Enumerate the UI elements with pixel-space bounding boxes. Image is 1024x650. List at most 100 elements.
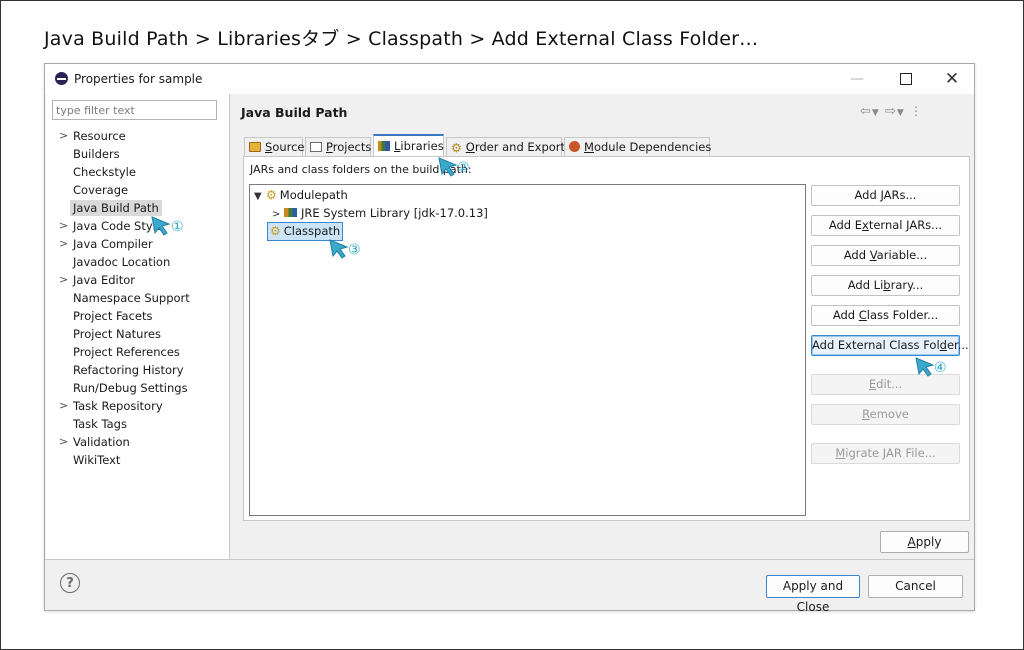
tree-node-label: JRE System Library [jdk-17.0.13] xyxy=(301,206,488,220)
source-folder-icon xyxy=(249,142,261,152)
tree-item-label: Namespace Support xyxy=(73,291,190,305)
step-marker: ② xyxy=(457,160,470,176)
tree-item-java-compiler[interactable]: > Java Compiler xyxy=(46,235,229,253)
tree-item-label: Javadoc Location xyxy=(73,255,171,269)
tab-libraries[interactable]: Libraries xyxy=(373,134,444,156)
minimize-button[interactable]: — xyxy=(842,68,872,90)
add-library-button[interactable]: Add Library... xyxy=(811,275,960,296)
tab-order-and-export[interactable]: ⚙ Order and Export xyxy=(446,137,566,156)
forward-arrow-icon[interactable]: ⇨ xyxy=(885,104,897,119)
add-jars-button[interactable]: Add JARs... xyxy=(811,185,960,206)
cancel-button[interactable]: Cancel xyxy=(868,575,963,598)
tree-item-label: Checkstyle xyxy=(73,165,136,179)
tree-item-refactoring-history[interactable]: Refactoring History xyxy=(46,361,229,379)
tree-item-java-build-path[interactable]: Java Build Path xyxy=(46,199,229,217)
maximize-button[interactable] xyxy=(891,68,921,90)
properties-dialog: Properties for sample — ✕ type filter te… xyxy=(44,63,975,614)
tree-node-jre-system-library[interactable]: > JRE System Library [jdk-17.0.13] xyxy=(272,205,488,222)
chevron-right-icon: > xyxy=(59,273,69,286)
chevron-right-icon: > xyxy=(59,219,69,232)
chevron-down-icon: ▼ xyxy=(254,191,262,202)
page-title: Java Build Path xyxy=(241,105,348,120)
help-icon[interactable]: ? xyxy=(60,573,80,593)
tree-item-javadoc-location[interactable]: Javadoc Location xyxy=(46,253,229,271)
library-icon xyxy=(378,141,390,151)
dropdown-icon[interactable]: ▼ xyxy=(872,108,880,118)
classpath-tree[interactable]: ▼ ⚙ Modulepath > JRE System Library [jdk-17… xyxy=(249,184,806,516)
tab-mnemonic: O xyxy=(465,140,475,154)
preference-tree-pane: type filter text > Resource Builders Chec… xyxy=(46,94,230,559)
window-title: Properties for sample xyxy=(74,72,203,86)
module-icon xyxy=(569,141,580,152)
tree-item-label: Java Compiler xyxy=(73,237,153,251)
pointer-arrow-icon xyxy=(915,357,935,377)
tree-item-java-code-style[interactable]: > Java Code Style xyxy=(46,217,229,235)
container-icon: ⚙ xyxy=(266,188,277,202)
tree-item-project-facets[interactable]: Project Facets xyxy=(46,307,229,325)
maximize-icon xyxy=(900,73,912,85)
tree-item-checkstyle[interactable]: Checkstyle xyxy=(46,163,229,181)
tree-item-java-editor[interactable]: > Java Editor xyxy=(46,271,229,289)
tree-item-label: Java Editor xyxy=(73,273,135,287)
step-marker: ③ xyxy=(348,242,361,258)
tree-item-label: Resource xyxy=(73,129,126,143)
libraries-tab-content: JARs and class folders on the build path… xyxy=(243,156,970,521)
title-bar: Properties for sample — ✕ xyxy=(45,64,974,94)
edit-button[interactable]: Edit... xyxy=(811,374,960,395)
tree-item-task-tags[interactable]: Task Tags xyxy=(46,415,229,433)
dropdown-icon[interactable]: ▼ xyxy=(897,108,905,118)
tree-node-label: Classpath xyxy=(283,224,341,238)
view-menu-icon[interactable]: ⋮ xyxy=(910,104,923,118)
tree-item-wikitext[interactable]: WikiText xyxy=(46,451,229,469)
tree-item-project-natures[interactable]: Project Natures xyxy=(46,325,229,343)
eclipse-icon xyxy=(55,72,68,85)
pointer-arrow-icon xyxy=(438,157,458,177)
java-build-path-page: Java Build Path ⇦▼ ⇨▼ ⋮ Source Projects … xyxy=(230,94,974,559)
footer-divider xyxy=(45,559,974,560)
add-external-jars-button[interactable]: Add External JARs... xyxy=(811,215,960,236)
tree-item-label: Project Facets xyxy=(73,309,153,323)
tab-module-dependencies[interactable]: Module Dependencies xyxy=(564,137,712,156)
preference-tree: > Resource Builders Checkstyle Coverage J… xyxy=(46,127,229,469)
tree-item-label: Builders xyxy=(73,147,120,161)
chevron-right-icon: > xyxy=(59,129,69,142)
tree-item-label: WikiText xyxy=(73,453,121,467)
tab-projects[interactable]: Projects xyxy=(305,137,371,156)
back-arrow-icon[interactable]: ⇦ xyxy=(860,104,872,119)
migrate-jar-file-button[interactable]: Migrate JAR File... xyxy=(811,443,960,464)
tab-mnemonic: M xyxy=(584,140,594,154)
add-variable-button[interactable]: Add Variable... xyxy=(811,245,960,266)
apply-button[interactable]: Apply xyxy=(880,531,969,553)
chevron-right-icon: > xyxy=(59,237,69,250)
tree-item-label: Task Tags xyxy=(73,417,127,431)
tab-mnemonic: P xyxy=(326,140,333,154)
add-class-folder-button[interactable]: Add Class Folder... xyxy=(811,305,960,326)
history-nav[interactable]: ⇦▼ ⇨▼ ⋮ xyxy=(860,104,923,119)
instruction-caption: Java Build Path > Librariesタブ > Classpat… xyxy=(44,28,759,50)
tree-item-builders[interactable]: Builders xyxy=(46,145,229,163)
tab-label: odule Dependencies xyxy=(593,140,712,154)
tree-item-coverage[interactable]: Coverage xyxy=(46,181,229,199)
add-external-class-folder-button[interactable]: Add External Class Folder... xyxy=(811,335,969,356)
chevron-right-icon: > xyxy=(272,209,281,220)
tree-item-resource[interactable]: > Resource xyxy=(46,127,229,145)
apply-and-close-button[interactable]: Apply and Close xyxy=(766,575,860,614)
tab-source[interactable]: Source xyxy=(244,137,305,156)
tree-node-modulepath[interactable]: ▼ ⚙ Modulepath xyxy=(254,187,348,204)
filter-input[interactable]: type filter text xyxy=(52,100,217,120)
pointer-arrow-icon xyxy=(329,239,349,259)
chevron-right-icon: > xyxy=(59,399,69,412)
tree-item-namespace-support[interactable]: Namespace Support xyxy=(46,289,229,307)
tree-item-label: Project Natures xyxy=(73,327,161,341)
close-button[interactable]: ✕ xyxy=(937,68,967,90)
tree-item-project-references[interactable]: Project References xyxy=(46,343,229,361)
tree-item-run-debug-settings[interactable]: Run/Debug Settings xyxy=(46,379,229,397)
tree-item-validation[interactable]: > Validation xyxy=(46,433,229,451)
tree-item-label: Java Build Path xyxy=(70,200,162,216)
tab-label: rder and Export xyxy=(474,140,566,154)
tree-item-task-repository[interactable]: > Task Repository xyxy=(46,397,229,415)
project-icon xyxy=(310,142,322,152)
tree-item-label: Refactoring History xyxy=(73,363,184,377)
remove-button[interactable]: Remove xyxy=(811,404,960,425)
chevron-right-icon: > xyxy=(59,435,69,448)
